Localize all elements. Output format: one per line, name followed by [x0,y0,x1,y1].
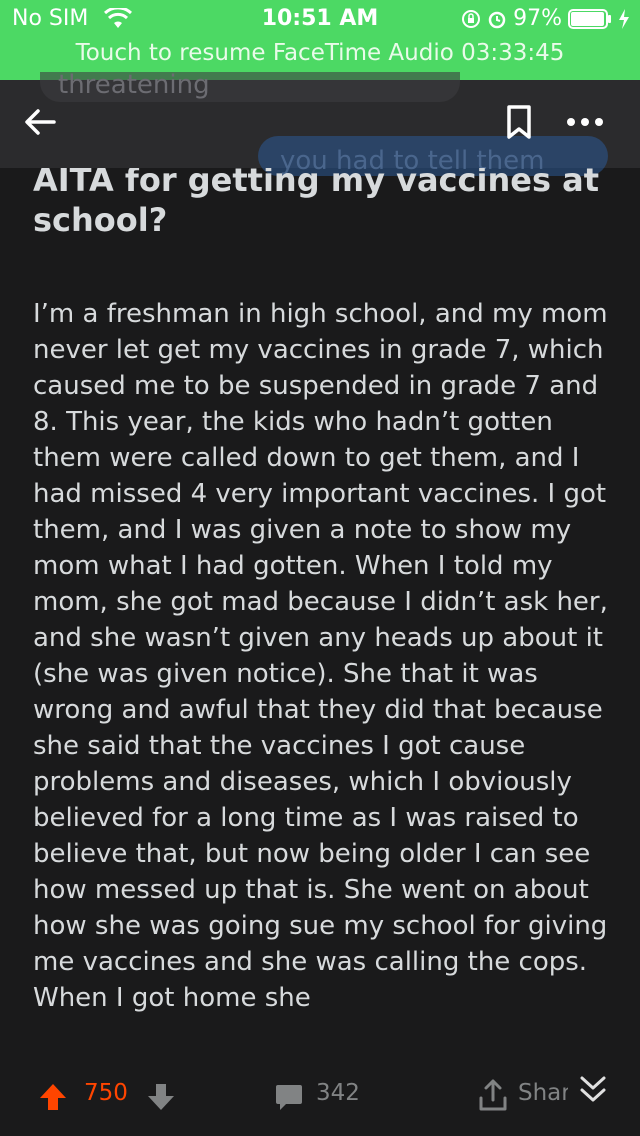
vote-count: 750 [84,1080,128,1106]
post-body: I’m a freshman in high school, and my mo… [33,299,608,1013]
orientation-lock-icon [462,9,481,28]
more-icon[interactable] [565,116,605,128]
post-content: AITA for getting my vaccines at school? … [0,168,640,1056]
double-chevron-down-icon[interactable] [578,1074,608,1106]
battery-fill [571,11,604,26]
battery-percent: 97% [513,6,562,31]
battery-icon [568,8,611,29]
post-title: AITA for getting my vaccines at school? [33,168,600,239]
status-right: 97% [461,6,630,31]
alarm-icon [488,11,506,28]
upvote-icon[interactable] [38,1082,68,1112]
comment-count: 342 [316,1080,360,1106]
status-row: No SIM 10:51 AM 97% [0,6,640,36]
post-header: threatening you had to tell them [0,70,640,176]
comment-icon[interactable] [274,1082,304,1112]
back-arrow-icon[interactable] [22,104,58,140]
bookmark-icon[interactable] [504,104,534,140]
downvote-icon[interactable] [146,1082,176,1112]
status-bar: No SIM 10:51 AM 97% Touch to resume Face… [0,0,640,80]
share-icon[interactable] [478,1078,508,1112]
share-button[interactable]: Share [518,1080,568,1106]
charging-bolt-icon [619,8,629,29]
post-action-bar: 750 342 Share [0,1056,640,1136]
ghost-message-text: threatening [58,70,210,100]
